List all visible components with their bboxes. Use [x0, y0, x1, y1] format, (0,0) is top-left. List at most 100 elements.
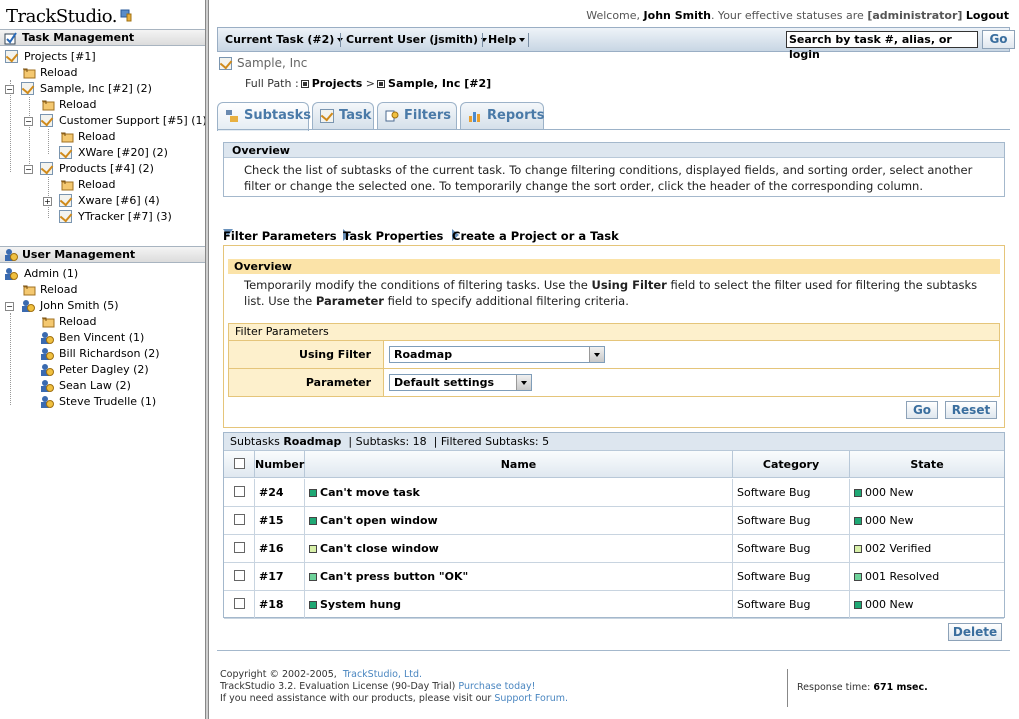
app-logo: TrackStudio.: [6, 6, 118, 27]
parameter-select[interactable]: Default settings: [389, 374, 532, 391]
user-icon: [41, 332, 54, 344]
task-number[interactable]: #18: [255, 591, 305, 618]
collapse-icon[interactable]: −: [24, 165, 33, 174]
state-color-icon: [854, 517, 862, 525]
column-number[interactable]: Number: [255, 451, 305, 478]
row-select-cell: [224, 507, 255, 534]
overview-heading: Overview: [224, 143, 1004, 158]
row-checkbox[interactable]: [234, 514, 245, 525]
state-color-icon: [854, 573, 862, 581]
task-number[interactable]: #24: [255, 479, 305, 506]
state-color-icon: [309, 489, 317, 497]
task-check-icon: [5, 50, 18, 63]
breadcrumb-projects[interactable]: Projects: [312, 77, 363, 90]
row-checkbox[interactable]: [234, 570, 245, 581]
task-check-icon: [40, 114, 53, 127]
filter-go-button[interactable]: Go: [906, 401, 938, 419]
select-all-checkbox[interactable]: [234, 458, 245, 469]
table-row[interactable]: #15 Can't open window Software Bug 000 New: [224, 507, 1004, 535]
task-state: 000 New: [850, 507, 1004, 534]
parameter-row: Parameter Default settings: [228, 369, 1000, 397]
filter-overview-heading: Overview: [228, 259, 1000, 274]
tab-task[interactable]: Task: [312, 102, 374, 129]
tab-reports[interactable]: Reports: [460, 102, 544, 129]
task-state: 001 Resolved: [850, 563, 1004, 590]
column-name[interactable]: Name: [305, 451, 733, 478]
column-category[interactable]: Category: [733, 451, 850, 478]
state-color-icon: [854, 545, 862, 553]
table-row[interactable]: #16 Can't close window Software Bug 002 Ver…: [224, 535, 1004, 563]
table-row[interactable]: #24 Can't move task Software Bug 000 New: [224, 479, 1004, 507]
reload-icon: [61, 180, 74, 191]
filter-reset-button[interactable]: Reset: [945, 401, 997, 419]
footer-text: Copyright © 2002-2005, TrackStudio, Ltd.…: [220, 669, 569, 704]
reload-icon: [61, 132, 74, 143]
task-title: Sample, Inc: [237, 56, 308, 70]
subtasks-table-header: Subtasks Roadmap | Subtasks: 18 | Filter…: [224, 433, 1004, 451]
task-state: 000 New: [850, 479, 1004, 506]
response-time: Response time: 671 msec.: [797, 682, 928, 693]
menu-current-user[interactable]: Current User (jsmith): [346, 33, 488, 46]
collapse-icon[interactable]: −: [5, 85, 14, 94]
purchase-link[interactable]: Purchase today!: [458, 681, 535, 692]
task-check-icon: [320, 109, 334, 123]
task-number[interactable]: #15: [255, 507, 305, 534]
table-row[interactable]: #17 Can't press button "OK" Software Bug 00…: [224, 563, 1004, 591]
subtasks-table: Subtasks Roadmap | Subtasks: 18 | Filter…: [223, 432, 1005, 619]
tab-filters[interactable]: Filters: [377, 102, 457, 129]
state-color-icon: [854, 601, 862, 609]
expand-icon[interactable]: +: [43, 197, 52, 206]
task-category: Software Bug: [733, 535, 850, 562]
breadcrumb-sample-inc[interactable]: Sample, Inc [#2]: [388, 77, 491, 90]
task-management-header: Task Management: [0, 29, 205, 46]
pin-icon[interactable]: [120, 9, 133, 22]
task-name[interactable]: Can't open window: [305, 507, 733, 534]
menu-help[interactable]: Help: [488, 33, 526, 46]
delete-button[interactable]: Delete: [948, 623, 1002, 641]
task-name[interactable]: Can't press button "OK": [305, 563, 733, 590]
row-select-cell: [224, 563, 255, 590]
task-number[interactable]: #17: [255, 563, 305, 590]
table-row[interactable]: #18 System hung Software Bug 000 New: [224, 591, 1004, 619]
left-panel: TrackStudio. Task Management Projects [#…: [0, 0, 207, 719]
chevron-down-icon: [519, 38, 526, 42]
task-state: 000 New: [850, 591, 1004, 618]
user-icon: [41, 364, 54, 376]
search-input[interactable]: Search by task #, alias, or login: [786, 31, 978, 61]
task-state: 002 Verified: [850, 535, 1004, 562]
tab-subtasks[interactable]: Subtasks: [217, 102, 311, 131]
company-link[interactable]: TrackStudio, Ltd.: [343, 669, 422, 680]
row-select-cell: [224, 535, 255, 562]
user-icon: [5, 268, 18, 280]
task-name[interactable]: Can't move task: [305, 479, 733, 506]
status-badge: [administrator]: [867, 9, 963, 22]
task-number[interactable]: #16: [255, 535, 305, 562]
user-management-header: User Management: [0, 246, 205, 263]
collapse-icon[interactable]: −: [5, 302, 14, 311]
task-square-icon: [377, 80, 386, 88]
task-name[interactable]: Can't close window: [305, 535, 733, 562]
collapse-icon[interactable]: −: [24, 117, 33, 126]
using-filter-select[interactable]: Roadmap: [389, 346, 605, 363]
chevron-down-icon: [589, 347, 604, 362]
using-filter-row: Using Filter Roadmap: [228, 341, 1000, 369]
state-color-icon: [309, 601, 317, 609]
row-checkbox[interactable]: [234, 542, 245, 553]
task-name[interactable]: System hung: [305, 591, 733, 618]
task-check-icon: [59, 146, 72, 159]
using-filter-label: Using Filter: [229, 341, 384, 368]
chevron-down-icon: [516, 375, 531, 390]
row-checkbox[interactable]: [234, 598, 245, 609]
column-state[interactable]: State: [850, 451, 1004, 478]
row-checkbox[interactable]: [234, 486, 245, 497]
logout-link[interactable]: Logout: [966, 9, 1009, 22]
menu-current-task[interactable]: Current Task (#2): [225, 33, 344, 46]
main-panel: Welcome, John Smith. Your effective stat…: [209, 0, 1019, 719]
user-icon: [22, 300, 35, 312]
state-color-icon: [854, 489, 862, 497]
menu-bar: Current Task (#2) Current User (jsmith) …: [217, 27, 1015, 61]
search-go-button[interactable]: Go: [982, 30, 1015, 49]
reload-icon: [23, 285, 36, 296]
task-check-icon: [40, 162, 53, 175]
support-forum-link[interactable]: Support Forum.: [494, 693, 568, 704]
